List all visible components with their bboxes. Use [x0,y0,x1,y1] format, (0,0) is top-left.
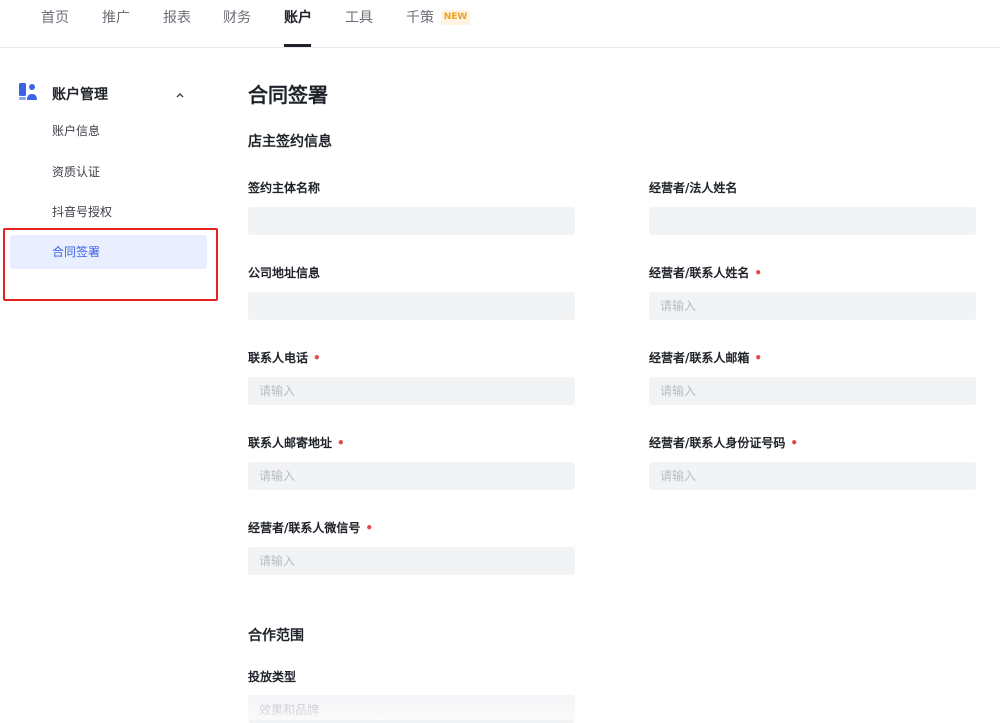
chevron-up-icon[interactable] [174,86,186,98]
page-title: 合同签署 [248,83,328,107]
company-address-field[interactable] [248,292,575,320]
nav-finance[interactable]: 财务 [223,9,251,27]
new-badge: NEW [441,10,470,25]
sidebar-group-account-management[interactable]: 账户管理 [18,82,190,104]
sidebar-item-douyin-auth[interactable]: 抖音号授权 [10,195,207,229]
nav-home[interactable]: 首页 [41,9,69,27]
contact-phone-field[interactable] [248,377,575,405]
required-mark: • [313,351,321,365]
company-address-label: 公司地址信息 [248,266,321,280]
entity-name-label: 签约主体名称 [248,181,321,195]
mail-address-label: 联系人邮寄地址 • [248,436,345,450]
nav-promotion[interactable]: 推广 [102,9,130,27]
required-mark: • [754,351,763,365]
launch-type-label: 投放类型 [248,670,297,684]
required-mark: • [790,436,799,450]
top-nav: 首页 推广 报表 财务 账户 工具 千策 NEW [0,0,1000,48]
section-title-cooperation: 合作范围 [248,628,304,644]
nav-tools[interactable]: 工具 [345,9,373,27]
nav-reports[interactable]: 报表 [163,9,191,27]
required-mark: • [754,266,763,280]
contact-phone-label: 联系人电话 • [248,351,321,365]
contact-name-field[interactable] [649,292,976,320]
nav-qiance[interactable]: 千策 [406,9,434,27]
sidebar-group-title: 账户管理 [52,87,108,103]
section-title-owner-info: 店主签约信息 [248,134,332,150]
contact-email-field[interactable] [649,377,976,405]
account-icon [18,82,38,102]
legal-name-field[interactable] [649,207,976,235]
entity-name-field[interactable] [248,207,575,235]
sidebar-item-qualification[interactable]: 资质认证 [10,155,207,189]
contact-name-label: 经营者/联系人姓名 • [649,266,763,280]
contact-id-label: 经营者/联系人身份证号码 • [649,436,799,450]
nav-account[interactable]: 账户 [284,9,312,27]
wechat-label: 经营者/联系人微信号 • [248,521,374,535]
required-mark: • [337,436,345,450]
contact-email-label: 经营者/联系人邮箱 • [649,351,763,365]
wechat-field[interactable] [248,547,575,575]
legal-name-label: 经营者/法人姓名 [649,181,738,195]
sidebar-item-account-info[interactable]: 账户信息 [10,114,207,148]
nav-active-indicator [284,44,311,47]
contact-id-field[interactable] [649,462,976,490]
mail-address-field[interactable] [248,462,575,490]
launch-type-field[interactable] [248,695,575,723]
highlight-box [3,228,218,301]
required-mark: • [365,521,374,535]
